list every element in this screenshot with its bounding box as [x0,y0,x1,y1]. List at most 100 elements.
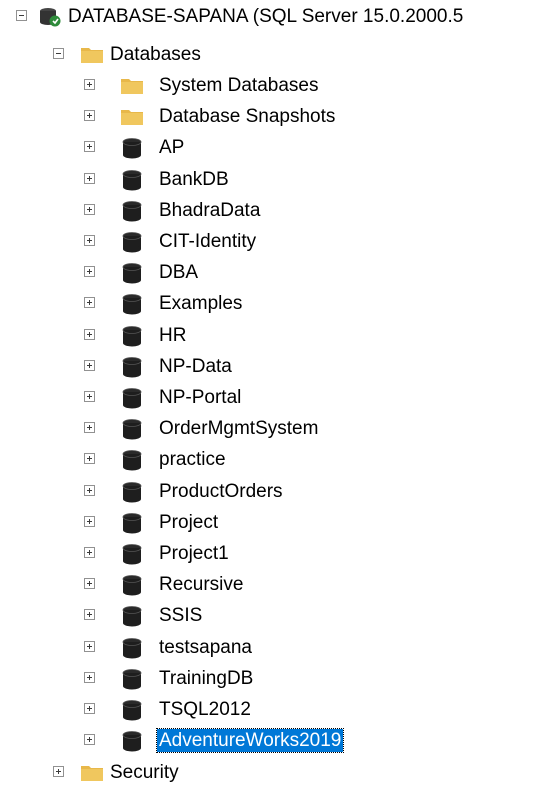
security-label[interactable]: Security [108,761,181,784]
expand-toggle[interactable] [84,329,95,340]
database-label[interactable]: HR [157,324,188,347]
database-icon [120,387,144,409]
database-icon [120,574,144,596]
database-icon [120,668,144,690]
expand-toggle[interactable] [84,266,95,277]
expand-toggle[interactable] [84,360,95,371]
tree-node-database[interactable]: BankDB [0,164,547,195]
expand-toggle[interactable] [84,141,95,152]
tree-node-database[interactable]: DBA [0,257,547,288]
tree-node-server[interactable]: DATABASE-SAPANA (SQL Server 15.0.2000.5 [0,1,547,32]
database-label[interactable]: BhadraData [157,199,262,222]
database-icon [120,231,144,253]
expand-toggle[interactable] [84,235,95,246]
expand-toggle[interactable] [84,422,95,433]
database-label[interactable]: BankDB [157,168,231,191]
database-icon [120,169,144,191]
collapse-toggle[interactable] [16,10,27,21]
tree-node-database[interactable]: OrderMgmtSystem [0,413,547,444]
folder-icon [80,762,104,784]
tree-node-database[interactable]: Recursive [0,569,547,600]
tree-node-database[interactable]: HR [0,320,547,351]
expand-toggle[interactable] [84,173,95,184]
server-label[interactable]: DATABASE-SAPANA (SQL Server 15.0.2000.5 [66,5,465,28]
folder-label[interactable]: Database Snapshots [157,105,337,128]
tree-node-database[interactable]: TrainingDB [0,663,547,694]
collapse-toggle[interactable] [53,48,64,59]
database-icon [120,637,144,659]
database-label[interactable]: Recursive [157,573,245,596]
database-icon [120,325,144,347]
database-icon [120,356,144,378]
database-label[interactable]: ProductOrders [157,480,285,503]
expand-toggle[interactable] [84,297,95,308]
database-icon [120,449,144,471]
tree-node-database[interactable]: NP-Data [0,351,547,382]
database-icon [120,200,144,222]
expand-toggle[interactable] [84,110,95,121]
expand-toggle[interactable] [84,485,95,496]
tree-node-databases[interactable]: Databases [0,39,547,70]
tree-node-database[interactable]: CIT-Identity [0,226,547,257]
database-icon [120,543,144,565]
database-label[interactable]: NP-Portal [157,386,243,409]
tree-node-database[interactable]: TSQL2012 [0,694,547,725]
tree-node-database[interactable]: ProductOrders [0,476,547,507]
databases-label[interactable]: Databases [108,43,203,66]
database-label[interactable]: DBA [157,261,200,284]
database-label[interactable]: SSIS [157,604,204,627]
tree-node-database[interactable]: Project [0,507,547,538]
database-label[interactable]: AP [157,136,186,159]
tree-node-database[interactable]: NP-Portal [0,382,547,413]
expand-toggle[interactable] [84,204,95,215]
expand-toggle[interactable] [84,578,95,589]
tree-node-database[interactable]: BhadraData [0,195,547,226]
database-label[interactable]: TSQL2012 [157,698,253,721]
database-label[interactable]: testsapana [157,636,254,659]
expand-toggle[interactable] [84,391,95,402]
folder-label[interactable]: System Databases [157,74,320,97]
tree-node-database[interactable]: Project1 [0,538,547,569]
expand-toggle[interactable] [84,453,95,464]
server-connected-icon [38,6,62,28]
database-label[interactable]: CIT-Identity [157,230,258,253]
expand-toggle[interactable] [84,609,95,620]
database-icon [120,137,144,159]
tree-node-database[interactable]: practice [0,444,547,475]
tree-node-database[interactable]: AP [0,132,547,163]
database-label[interactable]: Examples [157,292,244,315]
database-icon [120,293,144,315]
folder-icon [80,44,104,66]
expand-toggle[interactable] [53,766,64,777]
expand-toggle[interactable] [84,641,95,652]
database-icon [120,262,144,284]
folder-icon [120,106,144,128]
object-explorer-tree: DATABASE-SAPANA (SQL Server 15.0.2000.5 … [0,0,547,786]
database-icon [120,605,144,627]
expand-toggle[interactable] [84,547,95,558]
database-label[interactable]: OrderMgmtSystem [157,417,320,440]
tree-node-database[interactable]: AdventureWorks2019 [0,725,547,756]
database-label[interactable]: Project1 [157,542,231,565]
database-icon [120,730,144,752]
database-icon [120,512,144,534]
tree-node-database[interactable]: Examples [0,288,547,319]
expand-toggle[interactable] [84,516,95,527]
database-icon [120,699,144,721]
tree-node-database[interactable]: SSIS [0,600,547,631]
database-label[interactable]: practice [157,448,228,471]
tree-node-folder[interactable]: Database Snapshots [0,101,547,132]
database-label[interactable]: AdventureWorks2019 [155,728,345,753]
expand-toggle[interactable] [84,734,95,745]
database-label[interactable]: Project [157,511,220,534]
tree-node-database[interactable]: testsapana [0,632,547,663]
expand-toggle[interactable] [84,672,95,683]
expand-toggle[interactable] [84,703,95,714]
folder-icon [120,75,144,97]
expand-toggle[interactable] [84,79,95,90]
tree-node-security[interactable]: Security [0,757,547,786]
database-label[interactable]: TrainingDB [157,667,255,690]
tree-node-folder[interactable]: System Databases [0,70,547,101]
database-icon [120,418,144,440]
database-label[interactable]: NP-Data [157,355,234,378]
